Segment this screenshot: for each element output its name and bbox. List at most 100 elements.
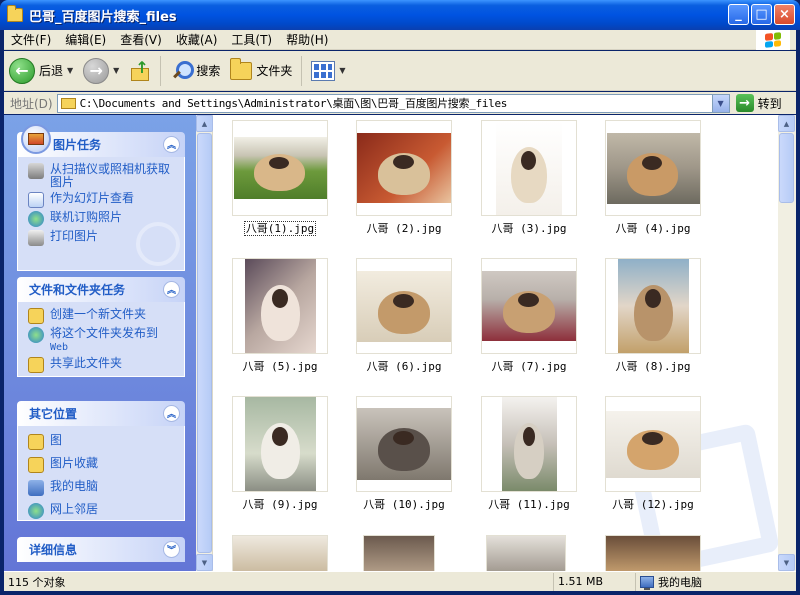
file-name-text: 八哥 (5).jpg [242, 360, 318, 373]
file-name[interactable]: 八哥 (8).jpg [598, 358, 708, 374]
file-thumbnail-partial[interactable] [232, 535, 328, 571]
dog-face [641, 155, 662, 170]
thumbnail-frame[interactable] [481, 258, 577, 354]
folders-button[interactable]: 文件夹 [225, 55, 297, 87]
title-bar[interactable]: 巴哥_百度图片搜索_files _ □ × [0, 0, 800, 30]
go-button[interactable]: → 转到 [735, 94, 782, 112]
details-header[interactable]: 详细信息 ︽ [17, 537, 185, 562]
task-get-from-scanner[interactable]: 从扫描仪或照相机获取图片 [28, 163, 178, 189]
collapse-chevron-icon[interactable]: ︽ [163, 281, 180, 298]
place-network[interactable]: 网上邻居 [28, 503, 178, 519]
file-name[interactable]: 八哥(1).jpg [225, 220, 335, 236]
views-button[interactable]: ▼ [306, 55, 350, 87]
file-thumbnail-partial[interactable] [486, 535, 566, 571]
file-name[interactable]: 八哥 (11).jpg [474, 496, 584, 512]
menu-help[interactable]: 帮助(H) [279, 31, 335, 48]
scroll-thumb[interactable] [779, 133, 794, 203]
thumbnail-frame[interactable] [232, 396, 328, 492]
thumbnail-frame[interactable] [605, 396, 701, 492]
file-thumbnail[interactable]: 八哥 (12).jpg [598, 396, 708, 526]
file-name-text: 八哥 (12).jpg [612, 498, 694, 511]
content-scrollbar[interactable]: ▲ ▼ [778, 115, 796, 571]
file-name[interactable]: 八哥 (2).jpg [349, 220, 459, 236]
menu-favorites[interactable]: 收藏(A) [169, 31, 225, 48]
file-thumbnail[interactable]: 八哥 (2).jpg [349, 120, 459, 250]
close-button[interactable]: × [774, 4, 795, 25]
file-thumbnail[interactable]: 八哥 (8).jpg [598, 258, 708, 388]
scroll-up-button[interactable]: ▲ [778, 115, 795, 132]
file-thumbnail[interactable]: 八哥 (3).jpg [474, 120, 584, 250]
minimize-button[interactable]: _ [728, 4, 749, 25]
file-thumbnail[interactable]: 八哥 (11).jpg [474, 396, 584, 526]
file-tasks-header[interactable]: 文件和文件夹任务 ︽ [17, 277, 185, 302]
collapse-chevron-icon[interactable]: ︽ [163, 405, 180, 422]
task-publish-web[interactable]: 将这个文件夹发布到 Web [28, 327, 178, 354]
go-label: 转到 [757, 96, 782, 111]
thumbnail-frame[interactable] [605, 258, 701, 354]
folders-label: 文件夹 [256, 64, 293, 78]
views-icon [311, 60, 336, 81]
views-dropdown-icon[interactable]: ▼ [339, 66, 345, 75]
thumbnail-frame[interactable] [232, 120, 328, 216]
file-name[interactable]: 八哥 (10).jpg [349, 496, 459, 512]
other-places-header[interactable]: 其它位置 ︽ [17, 401, 185, 426]
place-my-pictures[interactable]: 图片收藏 [28, 457, 178, 473]
collapse-chevron-icon[interactable]: ︽ [163, 136, 180, 153]
file-name[interactable]: 八哥 (3).jpg [474, 220, 584, 236]
file-thumbnail[interactable]: 八哥 (10).jpg [349, 396, 459, 526]
status-location-label: 我的电脑 [658, 575, 702, 589]
address-input[interactable]: C:\Documents and Settings\Administrator\… [56, 93, 730, 113]
thumbnail-frame[interactable] [356, 120, 452, 216]
up-button[interactable]: ↑ [124, 55, 156, 87]
scroll-thumb[interactable] [197, 133, 212, 553]
file-thumbnail-partial[interactable] [605, 535, 701, 571]
file-thumbnail[interactable]: 八哥 (5).jpg [225, 258, 335, 388]
file-name[interactable]: 八哥 (4).jpg [598, 220, 708, 236]
thumbnail-frame[interactable] [605, 120, 701, 216]
scroll-up-button[interactable]: ▲ [196, 115, 213, 132]
expand-chevron-icon[interactable]: ︽ [163, 541, 180, 558]
file-name[interactable]: 八哥 (7).jpg [474, 358, 584, 374]
file-list-view[interactable]: 八哥(1).jpg 八哥 (2).jpg 八哥 (3).jpg 八哥 (4).jpg 八… [196, 115, 778, 571]
search-button[interactable]: 搜索 [165, 55, 225, 87]
menu-tools[interactable]: 工具(T) [224, 31, 279, 48]
scroll-down-button[interactable]: ▼ [778, 554, 795, 571]
menu-file[interactable]: 文件(F) [4, 31, 58, 48]
file-name[interactable]: 八哥 (5).jpg [225, 358, 335, 374]
back-button[interactable]: ← 后退 ▼ [4, 55, 78, 87]
picture-tasks-header[interactable]: 图片任务 ︽ [17, 124, 185, 157]
file-name[interactable]: 八哥 (12).jpg [598, 496, 708, 512]
folder-up-icon: ↑ [129, 59, 151, 82]
task-share-folder[interactable]: 共享此文件夹 [28, 357, 178, 373]
task-new-folder[interactable]: 创建一个新文件夹 [28, 308, 178, 324]
forward-dropdown-icon[interactable]: ▼ [113, 66, 119, 75]
file-thumbnail[interactable]: 八哥 (6).jpg [349, 258, 459, 388]
forward-button[interactable]: → ▼ [78, 55, 124, 87]
file-thumbnail[interactable]: 八哥 (7).jpg [474, 258, 584, 388]
thumbnail-frame[interactable] [356, 258, 452, 354]
file-thumbnail[interactable]: 八哥 (4).jpg [598, 120, 708, 250]
dog-face [521, 151, 536, 170]
place-folder[interactable]: 图 [28, 434, 178, 450]
file-name[interactable]: 八哥 (6).jpg [349, 358, 459, 374]
thumbnail-frame[interactable] [356, 396, 452, 492]
file-thumbnail[interactable]: 八哥(1).jpg [225, 120, 335, 250]
file-thumbnail-partial[interactable] [363, 535, 435, 571]
address-dropdown-icon[interactable]: ▼ [711, 94, 729, 112]
status-object-count: 115 个对象 [4, 572, 554, 591]
maximize-button[interactable]: □ [751, 4, 772, 25]
thumbnail-frame[interactable] [481, 120, 577, 216]
file-thumbnail[interactable]: 八哥 (9).jpg [225, 396, 335, 526]
file-name[interactable]: 八哥 (9).jpg [225, 496, 335, 512]
task-slideshow[interactable]: 作为幻灯片查看 [28, 192, 178, 208]
scroll-down-button[interactable]: ▼ [196, 554, 213, 571]
menu-edit[interactable]: 编辑(E) [58, 31, 113, 48]
thumbnail-frame[interactable] [481, 396, 577, 492]
back-dropdown-icon[interactable]: ▼ [67, 66, 73, 75]
address-path[interactable]: C:\Documents and Settings\Administrator\… [80, 95, 508, 111]
place-my-computer[interactable]: 我的电脑 [28, 480, 178, 496]
thumbnail-frame[interactable] [232, 258, 328, 354]
menu-view[interactable]: 查看(V) [113, 31, 169, 48]
details-panel: 详细信息 ︽ [17, 537, 185, 562]
taskpane-scrollbar[interactable]: ▲ ▼ [196, 115, 213, 571]
